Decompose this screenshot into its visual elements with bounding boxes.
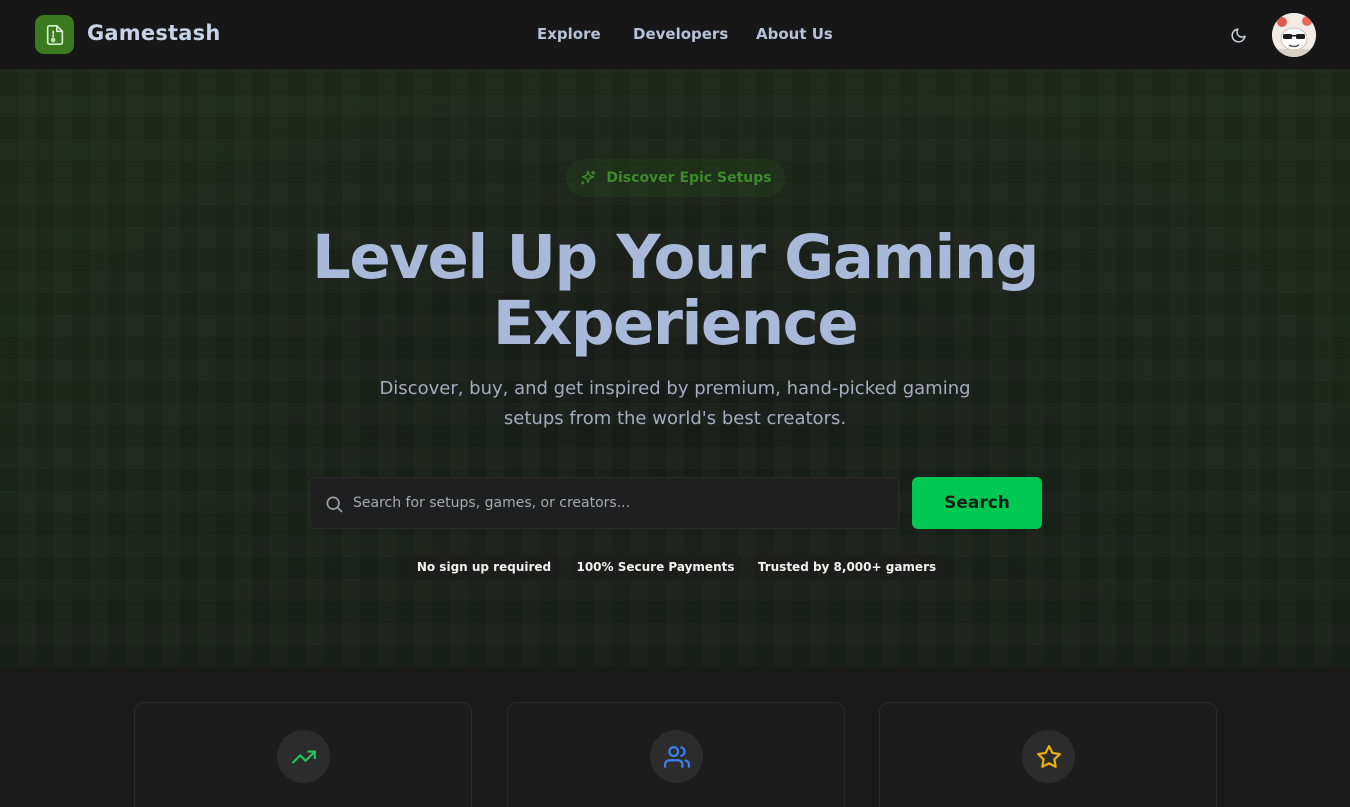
- logo-file-icon: [46, 24, 63, 45]
- search-button[interactable]: Search: [912, 477, 1042, 529]
- feature-card-featured: [879, 702, 1217, 807]
- badge-trusted: Trusted by 8,000+ gamers: [754, 554, 940, 580]
- moon-icon: [1231, 27, 1246, 42]
- feature-icon-circle: [277, 730, 330, 783]
- hero-title: Level Up Your Gaming Experience: [175, 225, 1175, 357]
- user-avatar[interactable]: [1272, 13, 1316, 57]
- theme-toggle-button[interactable]: [1227, 24, 1249, 46]
- pill-label: Discover Epic Setups: [606, 170, 772, 186]
- search-input[interactable]: [353, 478, 888, 528]
- brand-name[interactable]: Gamestash: [87, 21, 221, 45]
- trending-up-icon: [291, 750, 316, 763]
- feature-icon-circle: [1022, 730, 1075, 783]
- top-navbar: Gamestash Explore Developers About Us: [0, 0, 1350, 70]
- feature-card-trending: [134, 702, 472, 807]
- badge-no-signup: No sign up required: [411, 554, 557, 580]
- hero-subtitle: Discover, buy, and get inspired by premi…: [325, 374, 1025, 434]
- feature-card-community: [507, 702, 845, 807]
- star-icon: [1036, 744, 1061, 768]
- discover-pill: Discover Epic Setups: [566, 159, 785, 197]
- feature-icon-circle: [650, 730, 703, 783]
- app-logo[interactable]: [35, 15, 74, 54]
- hero-title-line1: Level Up Your Gaming: [312, 222, 1039, 293]
- sparkles-icon: [581, 170, 596, 185]
- hero-subtitle-line2: setups from the world's best creators.: [503, 408, 847, 429]
- search-icon: [326, 496, 343, 513]
- hero-subtitle-line1: Discover, buy, and get inspired by premi…: [379, 378, 971, 399]
- nav-about-us[interactable]: About Us: [756, 25, 833, 43]
- nav-developers[interactable]: Developers: [633, 25, 728, 43]
- avatar-image: [1272, 13, 1316, 57]
- hero-title-line2: Experience: [492, 288, 859, 359]
- nav-explore[interactable]: Explore: [537, 25, 601, 43]
- users-icon: [663, 745, 690, 768]
- search-bar[interactable]: [309, 477, 899, 529]
- hero-section: Discover Epic Setups Level Up Your Gamin…: [0, 70, 1350, 667]
- badge-secure-payments: 100% Secure Payments: [571, 554, 740, 580]
